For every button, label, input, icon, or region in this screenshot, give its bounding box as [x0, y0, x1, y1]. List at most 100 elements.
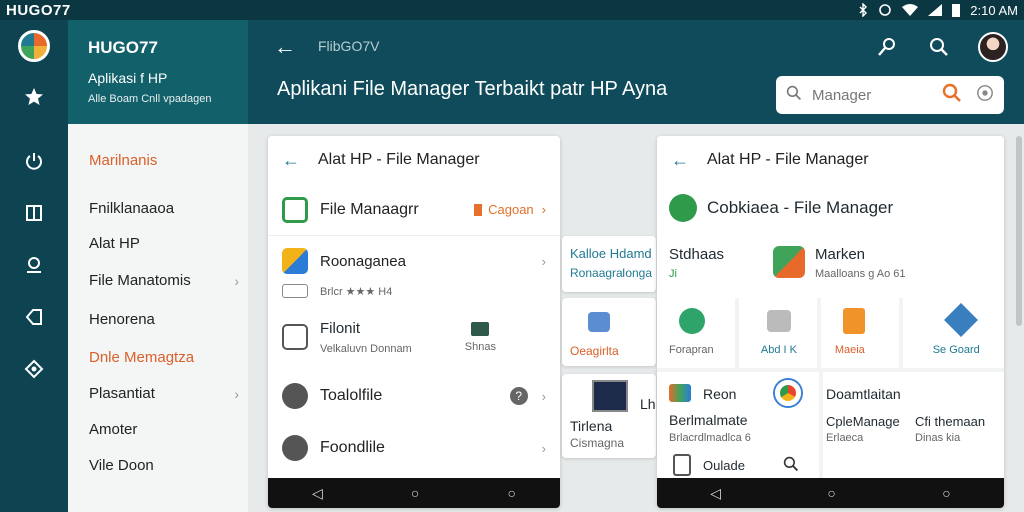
- sidebar-item-dnle-memagtza[interactable]: Dnle Memagtza: [89, 349, 239, 366]
- vibrate-icon: [878, 3, 892, 17]
- nav-home-icon[interactable]: ○: [411, 485, 419, 501]
- breadcrumb: FlibGO7V: [318, 38, 380, 54]
- sidebar-item-plasantiat[interactable]: Plasantiat ›: [89, 385, 239, 402]
- folder-icon: [282, 196, 308, 223]
- tile-title: Tirlena: [570, 418, 613, 434]
- quick-tile-maeia[interactable]: Maeia: [820, 298, 899, 368]
- nav-home-icon[interactable]: ○: [827, 485, 835, 501]
- featured-app-row[interactable]: Cobkiaea - File Manager: [657, 184, 1004, 232]
- app-logo[interactable]: [18, 30, 50, 62]
- search-field[interactable]: Manager: [776, 76, 1004, 114]
- tag-icon[interactable]: [19, 302, 49, 332]
- category-badge[interactable]: Cagoan ›: [474, 202, 546, 217]
- tile-oeagirlta[interactable]: Oeagirlta: [562, 298, 656, 366]
- tile-tirlena[interactable]: Tirlena Lh Cismagna: [562, 374, 656, 458]
- back-arrow-icon[interactable]: ←: [671, 150, 689, 171]
- sidebar-item-label: Alat HP: [89, 235, 140, 252]
- sidebar-item-label: Fnilklanaaoa: [89, 200, 175, 217]
- flag-icon: [471, 321, 490, 336]
- clear-icon[interactable]: [976, 84, 994, 107]
- item-title: Filonit: [320, 319, 361, 337]
- share-icon: [282, 435, 308, 461]
- list-item-filonit[interactable]: Filonit Velkaluvn Donnam Shnas: [268, 312, 560, 362]
- list-item-file-manager[interactable]: File Manaagrr Cagoan ›: [268, 184, 560, 236]
- quick-tile-label: Forapran: [669, 344, 714, 356]
- nav-back-icon[interactable]: ◁: [312, 485, 323, 502]
- power-icon[interactable]: [19, 146, 49, 176]
- col2-title: Marken: [815, 246, 866, 263]
- chevron-right-icon: ›: [541, 440, 546, 456]
- help-icon[interactable]: ?: [509, 387, 528, 405]
- nav-recents-icon[interactable]: ○: [507, 485, 515, 501]
- sidebar-item-alat-hp[interactable]: Alat HP: [89, 235, 239, 252]
- search-icon[interactable]: [926, 34, 952, 60]
- badge-label: Cagoan: [488, 202, 534, 217]
- chevron-right-icon: ›: [234, 385, 239, 402]
- search-submit-icon[interactable]: [942, 83, 962, 108]
- col1-title: Stdhaas: [669, 246, 725, 263]
- sidebar-item-amoter[interactable]: Amoter: [89, 421, 239, 438]
- tile-kalloe[interactable]: Kalloe Hdamd Ronaagra Ionga: [562, 236, 656, 292]
- profile-caption: Alle Boam Cnll vpadagen: [88, 93, 212, 105]
- featured-app-title: Cobkiaea - File Manager: [707, 198, 894, 217]
- sidebar-item-fnilklanaaoa[interactable]: Fnilklanaaoa: [89, 200, 239, 217]
- tile-sub: Cismagna: [570, 436, 625, 450]
- list-item-toalolfile[interactable]: Toalolfile ? ›: [268, 372, 560, 420]
- book-icon[interactable]: [19, 198, 49, 228]
- panel-reon[interactable]: Reon Berlmalmate Brlacrdlmadlca 6 Oulade: [657, 372, 819, 478]
- notes-icon: [842, 308, 865, 334]
- app-card-right: ← Alat HP - File Manager Cobkiaea - File…: [657, 136, 1004, 508]
- profile-subtitle: Aplikasi f HP: [88, 70, 168, 86]
- chevron-right-icon: ›: [541, 388, 546, 404]
- sidebar-item-marilnanis[interactable]: Marilnanis: [89, 152, 239, 169]
- signal-icon: [928, 4, 943, 16]
- avatar[interactable]: [978, 32, 1008, 62]
- list-item-roonaganea[interactable]: Roonaganea › Brlcr ★★★ H4: [268, 242, 560, 300]
- quick-tile-label: Abd I K: [760, 344, 797, 356]
- list-item-foondlile[interactable]: Foondlile ›: [268, 424, 560, 472]
- document-icon: [282, 324, 308, 350]
- panel-sub3: Oulade: [703, 458, 745, 473]
- panel-sub1: Berlmalmate: [669, 412, 748, 428]
- star-icon[interactable]: [19, 82, 49, 112]
- tile-side: Ionga: [622, 266, 653, 280]
- sidebar-item-label: File Manatomis: [89, 272, 191, 289]
- app-info-row: Stdhaas Ji Marken Maalloans g Ao 61: [657, 232, 1004, 298]
- item-title: File Manaagrr: [320, 200, 419, 218]
- nav-recents-icon[interactable]: ○: [942, 485, 950, 501]
- chevron-right-icon: ›: [541, 253, 546, 269]
- system-nav-bar: ◁ ○ ○: [268, 478, 560, 508]
- location-icon[interactable]: [19, 250, 49, 280]
- sidebar-item-vile-doon[interactable]: Vile Doon: [89, 457, 239, 474]
- col1-sub: Ji: [669, 268, 677, 280]
- back-arrow-icon[interactable]: ←: [274, 34, 296, 60]
- quick-tile-se-goard[interactable]: Se Goard: [902, 298, 1004, 368]
- nav-back-icon[interactable]: ◁: [710, 485, 721, 502]
- battery-icon: [952, 3, 961, 17]
- wrench-search-icon[interactable]: [874, 34, 900, 60]
- sidebar-item-file-manatomis[interactable]: File Manatomis ›: [89, 272, 239, 289]
- sidebar-item-label: Amoter: [89, 421, 138, 438]
- sidebar-item-label: Marilnanis: [89, 152, 158, 169]
- search-input[interactable]: Manager: [812, 87, 871, 104]
- item-side: Shnas: [464, 340, 496, 353]
- panel-sub1-side: Cfi themaan: [915, 414, 986, 429]
- monitor-icon: [592, 380, 628, 412]
- printer-icon: [766, 310, 791, 332]
- system-nav-bar: ◁ ○ ○: [657, 478, 1004, 508]
- nav-settings-icon[interactable]: [19, 354, 49, 384]
- panel-doamtlaitan[interactable]: Doamtlaitan CpleManage Cfi themaan Erlae…: [823, 372, 1004, 478]
- back-arrow-icon[interactable]: ←: [282, 150, 300, 171]
- maps-icon: [773, 246, 805, 278]
- sidebar-item-henorena[interactable]: Henorena: [89, 311, 239, 328]
- bluetooth-icon: [858, 3, 868, 17]
- chevron-right-icon: ›: [541, 202, 546, 217]
- quick-tile-forapran[interactable]: Forapran: [657, 298, 735, 368]
- profile-name: HUGO77: [88, 38, 158, 57]
- scrollbar[interactable]: [1016, 136, 1022, 326]
- panel-sub2: Brlacrdlmadlca 6: [669, 432, 751, 444]
- card-header: ← Alat HP - File Manager: [657, 136, 1004, 184]
- search-field-icon: [786, 85, 802, 106]
- search-icon[interactable]: [783, 456, 799, 477]
- quick-tile-abd[interactable]: Abd I K: [738, 298, 817, 368]
